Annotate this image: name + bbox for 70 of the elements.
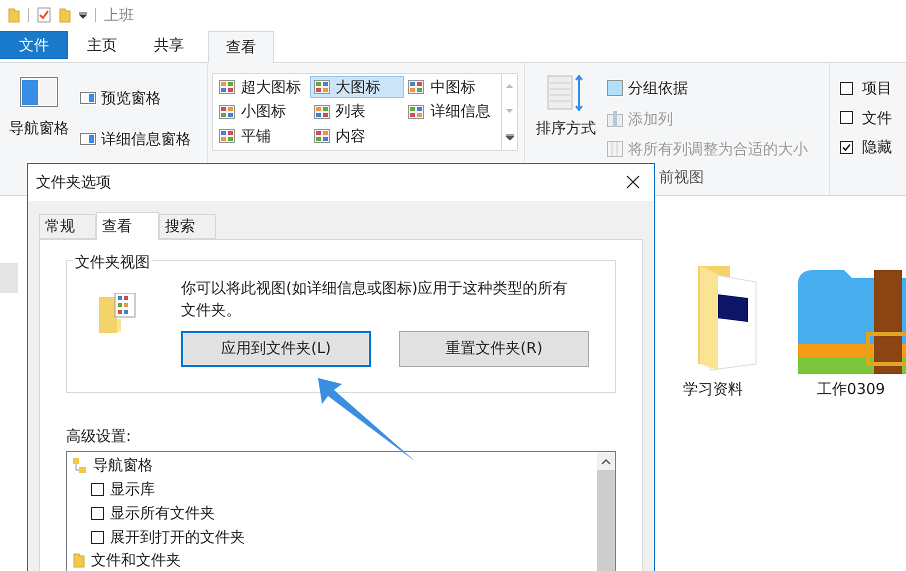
scrollbar[interactable] bbox=[597, 452, 615, 571]
group-label: 前视图 bbox=[659, 168, 704, 186]
pane-toggle[interactable]: 预览窗格 bbox=[80, 87, 191, 110]
view-icon bbox=[219, 80, 235, 94]
checkbox-label: 隐藏 bbox=[862, 137, 892, 158]
folder-view-icon bbox=[97, 292, 137, 334]
layout-option[interactable]: 中图标 bbox=[404, 76, 499, 98]
column-icon bbox=[607, 110, 623, 127]
file-name: 学习资料 bbox=[683, 379, 743, 400]
setting-group: 导航窗格 bbox=[93, 454, 153, 477]
ribbon-tab[interactable]: 共享 bbox=[136, 31, 202, 59]
file-item[interactable]: 学习资料 bbox=[658, 264, 768, 496]
folder-view-description: 你可以将此视图(如详细信息或图标)应用于这种类型的所有文件夹。 bbox=[181, 278, 569, 320]
pane-icon bbox=[20, 77, 58, 107]
checkbox[interactable] bbox=[840, 82, 853, 95]
file-item[interactable]: 工作0309 bbox=[796, 264, 906, 496]
group-by-button[interactable]: 分组依据 bbox=[607, 77, 808, 100]
caret-icon[interactable] bbox=[79, 11, 87, 19]
view-icon bbox=[314, 80, 330, 94]
view-icon bbox=[219, 104, 235, 119]
ribbon-tab[interactable]: 查看 bbox=[208, 31, 274, 63]
setting-label: 展开到打开的文件夹 bbox=[110, 526, 245, 548]
pane-icon bbox=[80, 92, 96, 104]
file-name: 工作0309 bbox=[816, 379, 886, 400]
view-icon bbox=[314, 104, 330, 119]
dialog-button[interactable]: 重置文件夹(R) bbox=[399, 330, 589, 366]
pane-icon bbox=[80, 132, 96, 145]
columns-icon bbox=[607, 141, 623, 158]
checkbox[interactable] bbox=[91, 482, 104, 496]
folder-icon bbox=[8, 8, 20, 22]
new-folder-icon bbox=[59, 8, 71, 22]
window-title: 上班 bbox=[104, 4, 134, 26]
expand-gallery-icon[interactable] bbox=[506, 134, 514, 140]
layout-option[interactable]: 大图标 bbox=[310, 76, 404, 98]
checkbox[interactable] bbox=[91, 506, 104, 520]
checkbox[interactable] bbox=[840, 140, 853, 154]
layout-option[interactable]: 列表 bbox=[310, 100, 404, 123]
gallery-scrollbar[interactable] bbox=[501, 74, 517, 150]
dialog-tab[interactable]: 查看 bbox=[96, 212, 159, 240]
dialog-title: 文件夹选项 bbox=[36, 172, 111, 194]
setting-label: 显示库 bbox=[110, 478, 155, 500]
view-icon bbox=[219, 129, 235, 144]
layout-option[interactable]: 内容 bbox=[310, 125, 404, 148]
folder-icon bbox=[73, 553, 85, 568]
dialog-tab[interactable]: 常规 bbox=[39, 214, 96, 238]
view-icon bbox=[408, 80, 424, 94]
checkbox-label: 项目 bbox=[862, 78, 892, 99]
checkbox-label: 文件 bbox=[862, 108, 892, 128]
layout-option[interactable]: 小图标 bbox=[215, 100, 310, 123]
view-icon bbox=[408, 104, 424, 119]
layout-option[interactable]: 详细信息 bbox=[404, 100, 499, 123]
dialog-tab[interactable]: 搜索 bbox=[159, 214, 216, 238]
scroll-up-icon[interactable] bbox=[601, 459, 611, 465]
dialog-button[interactable]: 应用到文件夹(L) bbox=[181, 330, 371, 366]
layout-option[interactable]: 平铺 bbox=[215, 125, 310, 148]
checkbox[interactable] bbox=[840, 111, 853, 124]
view-icon bbox=[314, 129, 330, 144]
file-tab[interactable]: 文件 bbox=[0, 31, 68, 59]
sort-button[interactable]: 排序方式 bbox=[531, 75, 601, 160]
close-icon[interactable] bbox=[626, 175, 640, 190]
group-icon bbox=[607, 80, 623, 96]
pane-toggle[interactable]: 详细信息窗格 bbox=[80, 128, 191, 150]
checkbox[interactable] bbox=[91, 530, 104, 544]
tree-icon bbox=[73, 458, 87, 474]
advanced-label: 高级设置: bbox=[66, 426, 132, 446]
setting-group: 文件和文件夹 bbox=[91, 549, 181, 571]
layout-option[interactable]: 超大图标 bbox=[215, 76, 310, 98]
properties-icon[interactable] bbox=[37, 7, 51, 23]
ribbon-tab[interactable]: 主页 bbox=[69, 31, 135, 59]
setting-label: 显示所有文件夹 bbox=[110, 502, 215, 524]
